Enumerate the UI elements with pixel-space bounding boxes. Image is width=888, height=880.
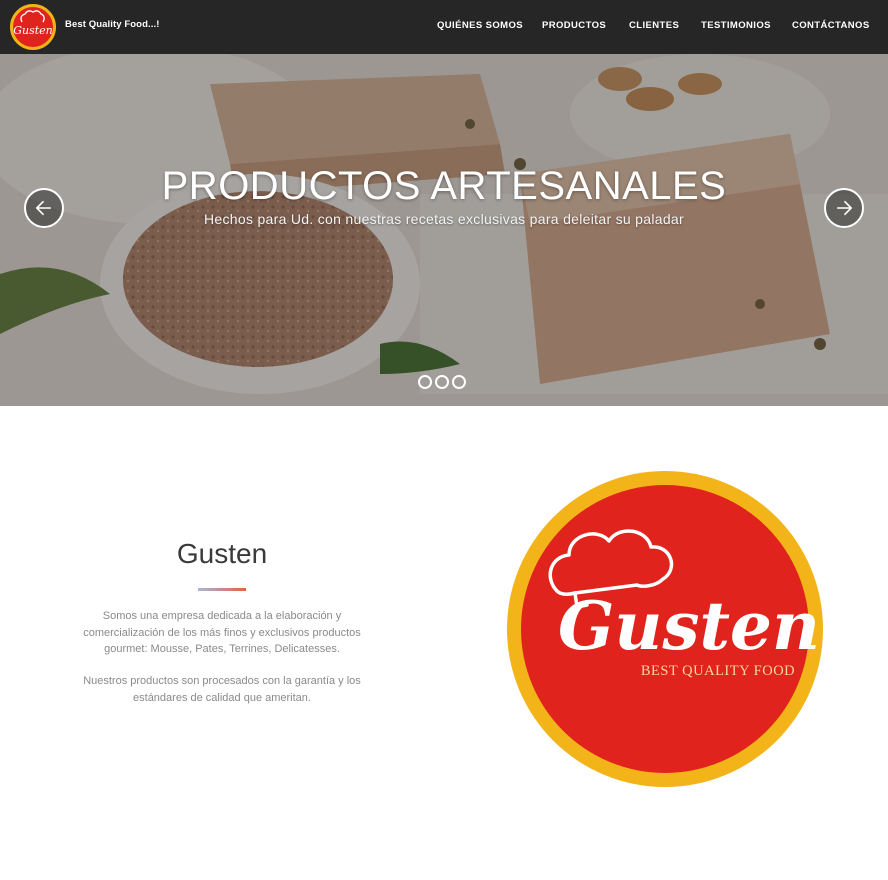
svg-text:Gusten: Gusten — [13, 24, 53, 37]
carousel-prev-button[interactable] — [24, 188, 64, 228]
arrow-right-icon — [836, 200, 853, 216]
about-paragraph-1: Somos una empresa dedicada a la elaborac… — [83, 610, 361, 655]
brand-logo[interactable]: Gusten — [10, 4, 56, 50]
carousel-dot-2[interactable] — [435, 375, 449, 389]
carousel-dot-3[interactable] — [452, 375, 466, 389]
navbar: Gusten Best Quality Food...! QUIÉNES SOM… — [0, 0, 888, 54]
carousel-indicators — [418, 375, 466, 389]
about-divider — [198, 588, 246, 591]
carousel-next-button[interactable] — [824, 188, 864, 228]
hero-title: PRODUCTOS ARTESANALES — [161, 164, 727, 208]
hero-subtitle: Hechos para Ud. con nuestras recetas exc… — [204, 211, 684, 227]
hero-carousel: PRODUCTOS ARTESANALES Hechos para Ud. co… — [0, 54, 888, 406]
hero-overlay — [0, 54, 888, 406]
gusten-logo: Gusten BEST QUALITY FOOD — [505, 469, 825, 789]
nav-link-clientes[interactable]: CLIENTES — [629, 20, 679, 31]
carousel-dot-1[interactable] — [418, 375, 432, 389]
nav-link-quienes-somos[interactable]: QUIÉNES SOMOS — [437, 20, 523, 31]
nav-link-productos[interactable]: PRODUCTOS — [542, 20, 606, 31]
logo-tagline: BEST QUALITY FOOD — [641, 663, 795, 679]
nav-link-testimonios[interactable]: TESTIMONIOS — [701, 20, 771, 31]
arrow-left-icon — [35, 200, 52, 216]
nav-link-contactanos[interactable]: CONTÁCTANOS — [792, 20, 870, 31]
logo-wordmark: Gusten — [558, 587, 820, 665]
about-title: Gusten — [176, 538, 268, 569]
about-paragraph-2: Nuestros productos son procesados con la… — [83, 675, 361, 704]
brand-tagline[interactable]: Best Quality Food...! — [65, 19, 159, 30]
